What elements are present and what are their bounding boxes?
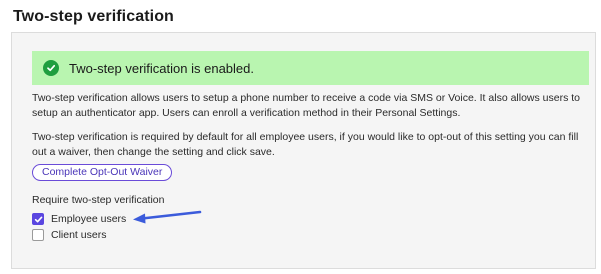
page-title: Two-step verification	[13, 8, 174, 25]
client-users-label: Client users	[51, 229, 107, 241]
client-users-option[interactable]: Client users	[32, 229, 106, 241]
description-paragraph-2: Two-step verification is required by def…	[32, 131, 579, 158]
require-two-step-label: Require two-step verification	[32, 194, 165, 206]
check-circle-icon	[43, 60, 59, 76]
client-users-checkbox[interactable]	[32, 229, 44, 241]
banner-text: Two-step verification is enabled.	[69, 60, 254, 76]
employee-users-checkbox[interactable]	[32, 213, 44, 225]
employee-users-label: Employee users	[51, 213, 127, 225]
success-banner: Two-step verification is enabled.	[32, 51, 589, 85]
settings-panel: Two-step verification is enabled. Two-st…	[11, 32, 596, 269]
arrow-icon	[133, 210, 202, 224]
complete-opt-out-waiver-button[interactable]: Complete Opt-Out Waiver	[32, 164, 173, 181]
description-paragraph-1: Two-step verification allows users to se…	[32, 92, 581, 119]
employee-users-option[interactable]: Employee users	[32, 213, 126, 225]
